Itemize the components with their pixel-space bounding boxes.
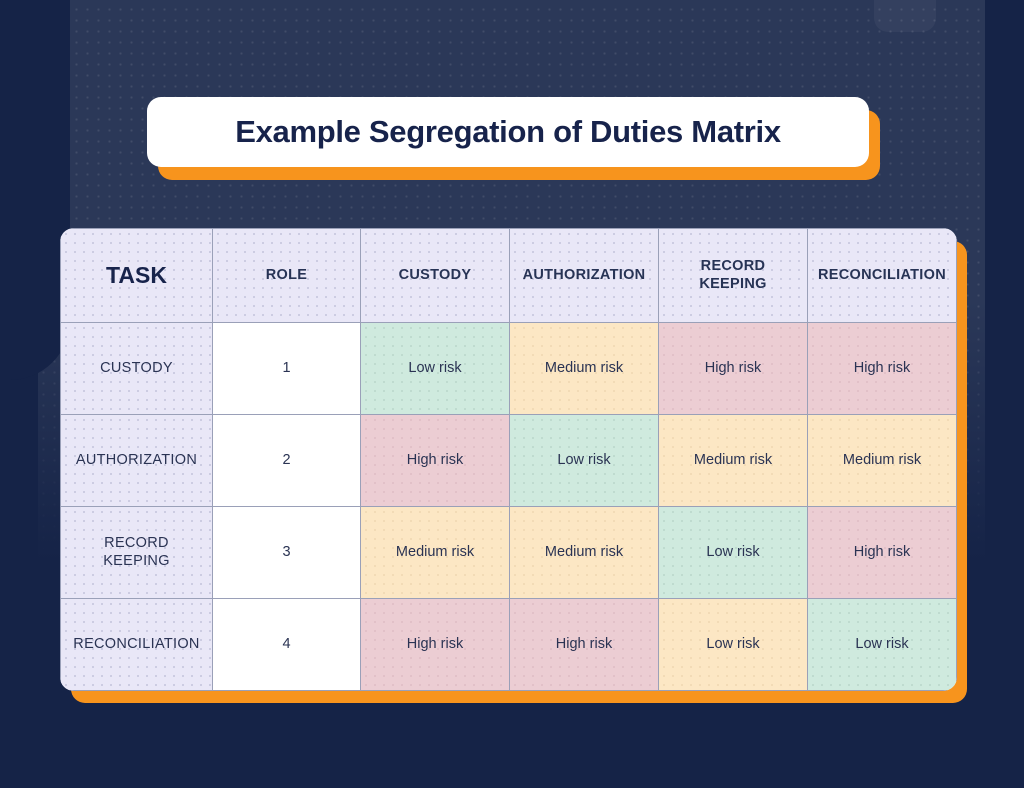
- column-header-record-keeping: RECORD KEEPING: [658, 228, 808, 323]
- risk-cell-low: Low risk: [360, 322, 510, 415]
- title-banner-card: Example Segregation of Duties Matrix: [147, 97, 869, 167]
- decorative-shape-top-right: [874, 0, 936, 32]
- table-header-row: TASK ROLE CUSTODY AUTHORIZATION RECORD KEEPIN…: [60, 228, 957, 323]
- risk-cell-low: Low risk: [658, 506, 808, 599]
- table-row: CUSTODY 1 Low risk Medium risk High risk High…: [60, 322, 957, 415]
- task-label-line: KEEPING: [103, 552, 170, 569]
- risk-cell-medium: Low risk: [658, 598, 808, 691]
- task-label-cell: RECORD KEEPING: [60, 506, 213, 599]
- risk-cell-high: High risk: [807, 506, 957, 599]
- role-number-cell: 4: [212, 598, 361, 691]
- task-label-line: AUTHORIZATION: [75, 451, 198, 468]
- matrix-table-body: CUSTODY 1 Low risk Medium risk High risk High…: [60, 322, 957, 691]
- risk-cell-medium: Medium risk: [807, 414, 957, 507]
- column-header-line: CUSTODY: [398, 266, 472, 283]
- risk-cell-low: Low risk: [807, 598, 957, 691]
- risk-cell-high: High risk: [509, 598, 659, 691]
- column-header-line: RECONCILIATION: [818, 266, 946, 283]
- task-label-line: CUSTODY: [100, 359, 173, 376]
- risk-cell-medium: Medium risk: [658, 414, 808, 507]
- column-header-line: KEEPING: [699, 275, 767, 292]
- column-header-authorization: AUTHORIZATION: [509, 228, 659, 323]
- task-label-cell: RECONCILIATION: [60, 598, 213, 691]
- risk-cell-low: Low risk: [509, 414, 659, 507]
- risk-cell-medium: Medium risk: [509, 322, 659, 415]
- title-banner: Example Segregation of Duties Matrix: [147, 97, 880, 180]
- risk-cell-high: High risk: [360, 598, 510, 691]
- matrix-table-head: TASK ROLE CUSTODY AUTHORIZATION RECORD KEEPIN…: [60, 228, 957, 323]
- column-header-line: RECORD: [700, 258, 766, 275]
- table-row: AUTHORIZATION 2 High risk Low risk Medium ri…: [60, 414, 957, 507]
- segregation-of-duties-matrix: TASK ROLE CUSTODY AUTHORIZATION RECORD KEEPIN…: [60, 228, 957, 691]
- task-label-line: RECORD: [104, 535, 169, 552]
- table-row: RECONCILIATION 4 High risk High risk Low ris…: [60, 598, 957, 691]
- risk-cell-high: High risk: [807, 322, 957, 415]
- column-header-line: ROLE: [265, 266, 308, 283]
- role-number-cell: 3: [212, 506, 361, 599]
- table-row: RECORD KEEPING 3 Medium risk Medium risk Low …: [60, 506, 957, 599]
- risk-cell-medium: Medium risk: [509, 506, 659, 599]
- risk-cell-medium: Medium risk: [360, 506, 510, 599]
- risk-cell-high: High risk: [360, 414, 510, 507]
- role-number-cell: 1: [212, 322, 361, 415]
- task-label-line: RECONCILIATION: [73, 635, 200, 652]
- risk-cell-high: High risk: [658, 322, 808, 415]
- role-number-cell: 2: [212, 414, 361, 507]
- column-header-line: TASK: [106, 261, 167, 288]
- column-header-reconciliation: RECONCILIATION: [807, 228, 957, 323]
- column-header-custody: CUSTODY: [360, 228, 510, 323]
- task-label-cell: AUTHORIZATION: [60, 414, 213, 507]
- column-header-line: AUTHORIZATION: [522, 266, 646, 283]
- matrix-table-wrapper: TASK ROLE CUSTODY AUTHORIZATION RECORD KEEPIN…: [60, 228, 967, 703]
- task-label-cell: CUSTODY: [60, 322, 213, 415]
- page-title: Example Segregation of Duties Matrix: [235, 114, 781, 149]
- column-header-role: ROLE: [212, 228, 361, 323]
- column-header-task: TASK: [60, 228, 213, 323]
